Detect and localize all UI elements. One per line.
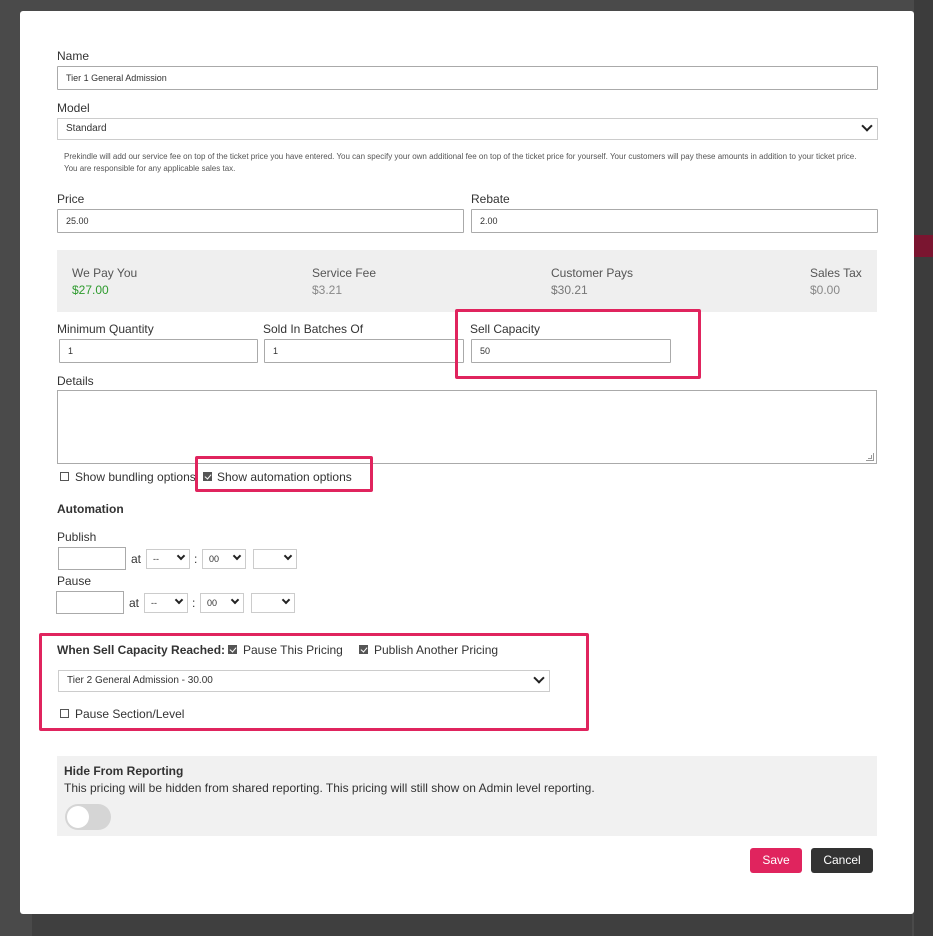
rebate-input[interactable]: 2.00 [471,209,878,233]
price-label: Price [57,192,85,206]
chevron-down-icon [283,551,293,561]
sold-in-batches-input[interactable]: 1 [264,339,464,363]
sell-capacity-highlight [455,309,701,379]
hide-from-reporting-description: This pricing will be hidden from shared … [64,781,595,795]
name-label: Name [57,49,90,63]
cancel-button[interactable]: Cancel [811,848,873,873]
pause-at-label: at [129,596,140,610]
automation-option-highlight [195,456,373,492]
background-footer [32,914,912,936]
pause-minute-select[interactable]: 00 [200,593,244,613]
publish-label: Publish [57,530,97,544]
chevron-down-icon [230,595,240,605]
resize-handle-icon[interactable] [866,453,874,461]
details-label: Details [57,374,94,388]
background-panel [914,0,933,936]
model-select-value: Standard [66,123,107,134]
sales-tax-value: $0.00 [810,283,841,297]
publish-hour-select[interactable]: -- [146,549,190,569]
price-input[interactable]: 25.00 [57,209,464,233]
model-label: Model [57,101,90,115]
pause-label: Pause [57,574,92,588]
publish-colon: : [194,552,198,566]
we-pay-you-value: $27.00 [72,283,109,297]
edit-pricing-modal: Name Tier 1 General Admission Model Stan… [20,11,914,914]
sold-in-batches-label: Sold In Batches Of [263,322,364,336]
details-textarea[interactable] [57,390,877,464]
publish-date-input[interactable] [58,547,126,570]
save-button[interactable]: Save [750,848,802,873]
toggle-knob [67,806,89,828]
hide-from-reporting-panel: Hide From Reporting This pricing will be… [57,756,877,836]
publish-at-label: at [131,552,142,566]
chevron-down-icon [174,595,184,605]
model-select[interactable]: Standard [57,118,878,140]
chevron-down-icon [176,551,186,561]
service-fee-value: $3.21 [312,283,343,297]
pause-colon: : [192,596,196,610]
publish-minute-select[interactable]: 00 [202,549,246,569]
we-pay-you-label: We Pay You [72,266,138,280]
customer-pays-label: Customer Pays [551,266,634,280]
pause-date-input[interactable] [56,591,124,614]
publish-ampm-select[interactable] [253,549,297,569]
publish-minute-value: 00 [209,554,220,564]
fee-help-text: Prekindle will add our service fee on to… [64,152,857,173]
pause-ampm-select[interactable] [251,593,295,613]
sales-tax-label: Sales Tax [810,266,862,280]
chevron-down-icon [861,120,873,132]
show-bundling-label: Show bundling options [75,470,196,484]
show-bundling-checkbox[interactable] [60,472,69,481]
capacity-reached-highlight [39,633,589,731]
pause-hour-select[interactable]: -- [144,593,188,613]
minimum-quantity-input[interactable]: 1 [59,339,258,363]
chevron-down-icon [281,595,291,605]
hide-from-reporting-toggle[interactable] [65,804,111,830]
background-badge [914,235,933,257]
minimum-quantity-label: Minimum Quantity [57,322,154,336]
pricing-summary: We Pay You $27.00 Service Fee $3.21 Cust… [57,250,877,312]
publish-hour-value: -- [153,554,159,564]
automation-heading: Automation [57,502,124,516]
rebate-label: Rebate [471,192,510,206]
hide-from-reporting-title: Hide From Reporting [64,764,184,778]
pause-hour-value: -- [151,598,157,608]
customer-pays-value: $30.21 [551,283,588,297]
name-input[interactable]: Tier 1 General Admission [57,66,878,90]
pause-minute-value: 00 [207,598,218,608]
chevron-down-icon [232,551,242,561]
service-fee-label: Service Fee [312,266,377,280]
